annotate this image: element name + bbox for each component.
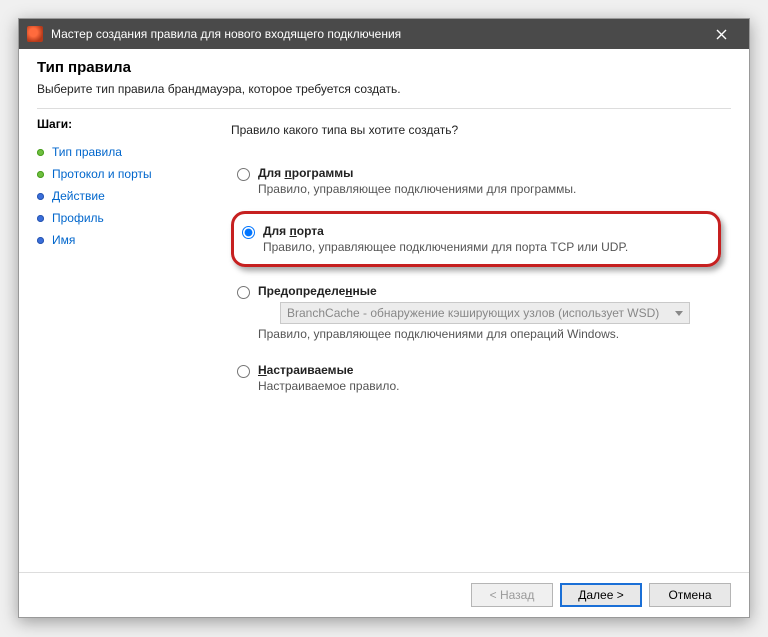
page-title: Тип правила bbox=[37, 59, 731, 76]
option-desc-port: Правило, управляющее подключениями для п… bbox=[263, 240, 708, 254]
prompt-text: Правило какого типа вы хотите создать? bbox=[231, 123, 725, 137]
option-desc-program: Правило, управляющее подключениями для п… bbox=[258, 182, 719, 196]
wizard-window: Мастер создания правила для нового входя… bbox=[18, 18, 750, 618]
wizard-header: Тип правила Выберите тип правила брандма… bbox=[19, 49, 749, 104]
step-label: Профиль bbox=[52, 211, 104, 225]
option-port: Для порта Правило, управляющее подключени… bbox=[231, 211, 721, 267]
option-title-custom[interactable]: Настраиваемые bbox=[258, 363, 719, 377]
step-4[interactable]: Имя bbox=[37, 229, 217, 251]
option-title-program[interactable]: Для программы bbox=[258, 166, 719, 180]
option-custom: Настраиваемые Настраиваемое правило. bbox=[231, 356, 725, 398]
back-button: < Назад bbox=[471, 583, 553, 607]
close-button[interactable] bbox=[701, 19, 741, 49]
step-1[interactable]: Протокол и порты bbox=[37, 163, 217, 185]
page-subtitle: Выберите тип правила брандмауэра, которо… bbox=[37, 82, 731, 96]
step-bullet-icon bbox=[37, 215, 44, 222]
radio-custom[interactable] bbox=[237, 365, 250, 378]
window-title: Мастер создания правила для нового входя… bbox=[51, 27, 701, 41]
option-title-port[interactable]: Для порта bbox=[263, 224, 708, 238]
titlebar: Мастер создания правила для нового входя… bbox=[19, 19, 749, 49]
step-label: Протокол и порты bbox=[52, 167, 152, 181]
steps-panel: Шаги: Тип правила Протокол и порты Действи… bbox=[37, 115, 217, 572]
step-bullet-icon bbox=[37, 193, 44, 200]
step-3[interactable]: Профиль bbox=[37, 207, 217, 229]
option-title-predefined[interactable]: Предопределенные bbox=[258, 284, 719, 298]
option-predefined: Предопределенные BranchCache - обнаружени… bbox=[231, 277, 725, 346]
step-bullet-icon bbox=[37, 171, 44, 178]
wizard-body: Шаги: Тип правила Протокол и порты Действи… bbox=[19, 109, 749, 572]
firewall-icon bbox=[27, 26, 43, 42]
option-desc-predefined: Правило, управляющее подключениями для о… bbox=[258, 327, 719, 341]
cancel-button[interactable]: Отмена bbox=[649, 583, 731, 607]
step-label: Имя bbox=[52, 233, 75, 247]
step-0[interactable]: Тип правила bbox=[37, 141, 217, 163]
step-label: Действие bbox=[52, 189, 105, 203]
next-button[interactable]: Далее > bbox=[560, 583, 642, 607]
step-bullet-icon bbox=[37, 237, 44, 244]
content-panel: Правило какого типа вы хотите создать? Д… bbox=[217, 115, 731, 572]
step-label: Тип правила bbox=[52, 145, 122, 159]
radio-port[interactable] bbox=[242, 226, 255, 239]
steps-heading: Шаги: bbox=[37, 117, 217, 131]
predefined-combo: BranchCache - обнаружение кэширующих узл… bbox=[280, 302, 690, 324]
radio-program[interactable] bbox=[237, 168, 250, 181]
step-bullet-icon bbox=[37, 149, 44, 156]
option-program: Для программы Правило, управляющее подклю… bbox=[231, 159, 725, 201]
step-2[interactable]: Действие bbox=[37, 185, 217, 207]
wizard-footer: < Назад Далее > Отмена bbox=[19, 572, 749, 617]
option-desc-custom: Настраиваемое правило. bbox=[258, 379, 719, 393]
radio-predefined[interactable] bbox=[237, 286, 250, 299]
